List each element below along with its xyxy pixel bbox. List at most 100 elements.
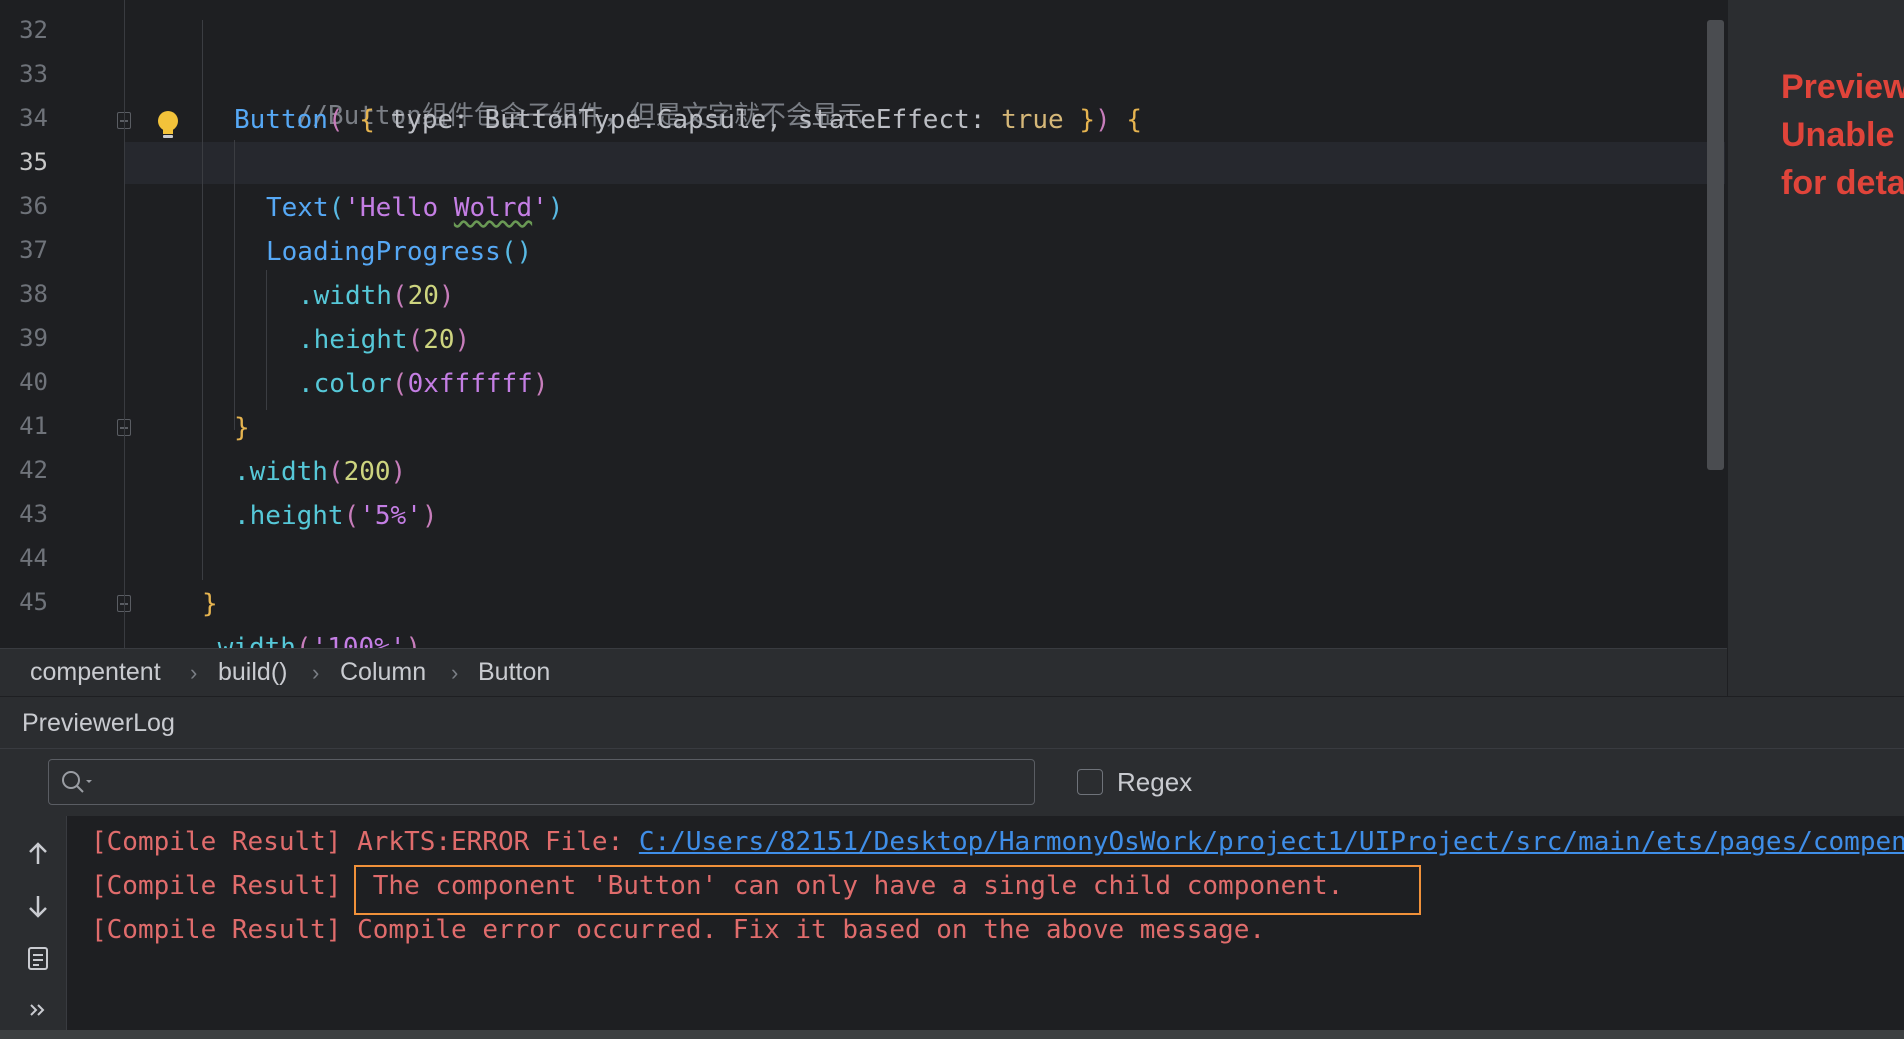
previewer-log-output: [Compile Result] ArkTS:ERROR File: C:/Us… — [67, 816, 1904, 1030]
line-number: 41 — [19, 412, 48, 440]
token: Button — [234, 105, 328, 135]
arrow-down-icon[interactable] — [24, 892, 52, 920]
line-number: 43 — [19, 500, 48, 528]
regex-checkbox[interactable] — [1077, 769, 1103, 795]
token: 20 — [407, 281, 439, 311]
token: 20 — [423, 325, 455, 355]
line-number: 40 — [19, 368, 48, 396]
line-number: 38 — [19, 280, 48, 308]
token: Capsule — [656, 105, 767, 135]
token: ) — [438, 281, 455, 311]
line-number: 37 — [19, 236, 48, 264]
token: '100%' — [311, 633, 406, 648]
previewer-pane: Preview Unable to for details — [1727, 0, 1904, 696]
indent-guide — [234, 140, 235, 430]
log-prefix: [Compile Result] — [91, 871, 358, 901]
token: () — [500, 237, 533, 267]
line-number: 36 — [19, 192, 48, 220]
line-number: 45 — [19, 588, 48, 616]
line-number: 39 — [19, 324, 48, 352]
token: .width — [234, 457, 328, 487]
tool-window-title[interactable]: PreviewerLog — [22, 709, 175, 738]
breadcrumb-item[interactable]: Button — [478, 658, 550, 687]
token: '5%' — [359, 501, 422, 531]
token: { — [1126, 105, 1142, 135]
token: : — [453, 105, 485, 135]
regex-label[interactable]: Regex — [1117, 767, 1192, 798]
log-search-field[interactable] — [48, 759, 1035, 805]
token: true — [1001, 105, 1064, 135]
log-search-input[interactable] — [99, 766, 1023, 798]
code-line-43: .height('5%') — [234, 496, 438, 536]
chevron-right-icon: › — [312, 660, 320, 685]
token: ) — [390, 457, 407, 487]
token: ) — [547, 193, 564, 223]
token: ' — [532, 193, 548, 223]
log-filter-toolbar: Regex — [0, 748, 1904, 816]
lightbulb-icon[interactable] — [155, 109, 181, 141]
token: . — [641, 105, 657, 135]
token: .width — [298, 281, 392, 311]
line-number-gutter: 32 33 34 35 36 37 38 39 40 41 42 43 44 4… — [0, 0, 178, 648]
token: ( — [407, 325, 424, 355]
token: , — [766, 105, 798, 135]
line-number-current: 35 — [19, 148, 48, 176]
token: 0xffffff — [407, 369, 533, 399]
token: } — [1079, 105, 1096, 135]
code-line-38: .width(20) — [298, 276, 455, 316]
token: ( — [327, 105, 360, 135]
token: .height — [234, 501, 344, 531]
token: ( — [327, 457, 344, 487]
token: .color — [298, 369, 392, 399]
clipboard-icon[interactable] — [24, 944, 52, 972]
token: } — [234, 413, 250, 443]
arrow-up-icon[interactable] — [24, 840, 52, 868]
log-side-toolbar — [10, 816, 67, 1030]
editor-scrollbar[interactable] — [1707, 20, 1724, 470]
token: .height — [298, 325, 408, 355]
token: ) — [532, 369, 549, 399]
code-line-34: Button( { type: ButtonType.Capsule, stat… — [234, 100, 1142, 140]
token: ) — [454, 325, 471, 355]
chevron-double-right-icon[interactable] — [24, 996, 52, 1024]
indent-guide — [266, 270, 267, 410]
breadcrumb-item[interactable]: compentent — [30, 658, 161, 687]
token: ( — [391, 281, 408, 311]
preview-error-line: for details — [1781, 164, 1904, 202]
token: ButtonType — [484, 105, 642, 135]
chevron-right-icon: › — [451, 660, 459, 685]
code-line-39: .height(20) — [298, 320, 470, 360]
log-file-link[interactable]: C:/Users/82151/Desktop/HarmonyOsWork/pro… — [639, 827, 1904, 857]
token: ) — [405, 633, 422, 648]
token: ) — [421, 501, 438, 531]
line-number: 42 — [19, 456, 48, 484]
breadcrumb-item[interactable]: build() — [218, 658, 287, 687]
log-prefix: [Compile Result] — [91, 915, 358, 945]
tool-window-header: PreviewerLog — [0, 696, 1904, 748]
code-line-40: .color(0xffffff) — [298, 364, 548, 404]
log-prefix: [Compile Result] — [91, 827, 358, 857]
typo-token: Wolrd — [453, 193, 533, 223]
breadcrumb: compentent › build() › Column › Button — [0, 648, 1727, 696]
token: { — [359, 105, 391, 135]
breadcrumb-item[interactable]: Column — [340, 658, 426, 687]
preview-error-line: Unable to — [1781, 116, 1904, 154]
code-editor[interactable]: 32 33 34 35 36 37 38 39 40 41 42 43 44 4… — [0, 0, 1727, 648]
status-bar — [0, 1030, 1904, 1039]
token: ( — [391, 369, 408, 399]
search-icon[interactable] — [59, 768, 95, 796]
line-number: 33 — [19, 60, 48, 88]
preview-error-line: Preview — [1781, 68, 1904, 106]
code-line-41: } — [234, 408, 250, 448]
token: LoadingProgress — [266, 237, 501, 267]
token: ( — [328, 193, 345, 223]
token: } — [202, 589, 218, 619]
token: 'Hello — [344, 193, 454, 223]
token: type — [390, 105, 454, 135]
current-line-highlight — [125, 142, 1725, 184]
line-number: 44 — [19, 544, 48, 572]
token: ( — [343, 501, 360, 531]
chevron-right-icon: › — [190, 660, 198, 685]
code-line-33: //Button组件包含子组件，但是文字就不会显示 — [234, 56, 864, 131]
